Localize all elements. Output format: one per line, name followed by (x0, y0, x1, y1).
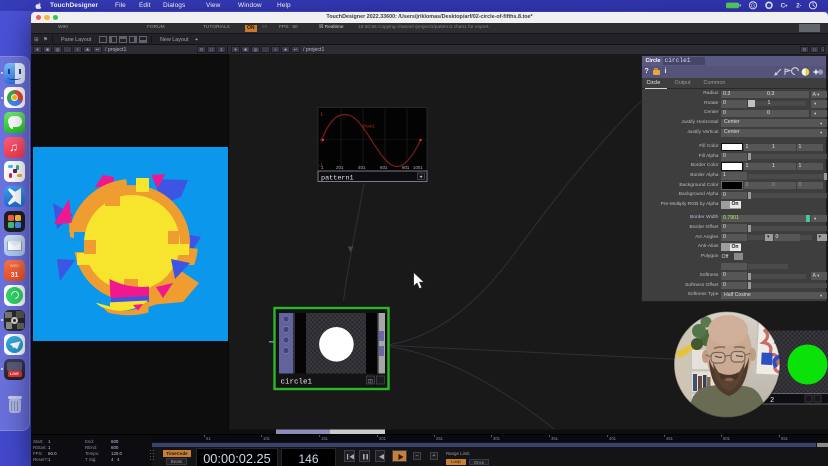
svg-text:201: 201 (336, 165, 344, 170)
svg-text:chan1: chan1 (362, 123, 375, 129)
svg-text:✦: ✦ (419, 174, 423, 180)
svg-text:401: 401 (358, 165, 366, 170)
svg-text:601: 601 (380, 165, 388, 170)
svg-text:2: 2 (770, 397, 774, 405)
svg-text:801: 801 (402, 165, 410, 170)
svg-text:circle1: circle1 (281, 378, 313, 386)
svg-text:◫: ◫ (368, 378, 373, 384)
svg-text:G: G (751, 3, 755, 9)
svg-text:C•: C• (781, 3, 789, 10)
svg-text:0: 0 (321, 137, 324, 142)
svg-text:pattern1: pattern1 (321, 174, 354, 182)
svg-text:2·: 2· (796, 3, 802, 10)
svg-text:1001: 1001 (413, 165, 423, 170)
svg-text:1: 1 (321, 111, 324, 116)
